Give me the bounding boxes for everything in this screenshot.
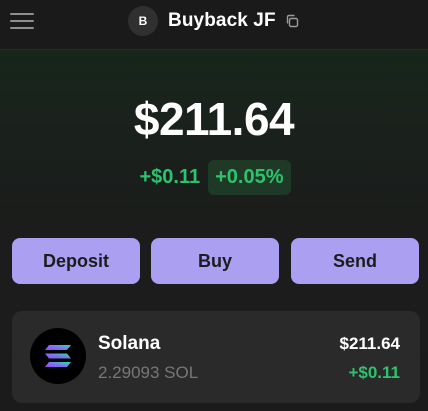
action-buttons: Deposit Buy Send	[12, 238, 420, 284]
header-bar: B Buyback JF	[0, 0, 428, 50]
menu-line	[10, 13, 34, 15]
hamburger-menu-icon[interactable]	[10, 10, 36, 32]
token-change: +$0.11	[348, 363, 400, 382]
account-name: Buyback JF	[168, 10, 276, 31]
send-button[interactable]: Send	[291, 238, 419, 284]
balance-change-absolute: +$0.11	[139, 166, 201, 188]
balance-change-row: +$0.11 +0.05%	[0, 160, 428, 195]
balance-change-percent-badge: +0.05%	[208, 160, 291, 195]
token-amount: 2.29093 SOL	[98, 363, 199, 382]
account-selector[interactable]: B Buyback JF	[128, 4, 299, 38]
account-avatar: B	[128, 6, 158, 36]
token-name: Solana	[98, 333, 161, 354]
menu-line	[10, 20, 34, 22]
copy-icon[interactable]	[285, 14, 299, 28]
buy-button[interactable]: Buy	[151, 238, 279, 284]
token-value: $211.64	[339, 334, 400, 353]
menu-line	[10, 27, 34, 29]
wallet-app: B Buyback JF $211.64 +$0.11 +0.05% Depos…	[0, 0, 428, 411]
token-row-solana[interactable]: Solana 2.29093 SOL $211.64 +$0.11	[12, 311, 420, 403]
solana-logo-icon	[30, 328, 86, 384]
deposit-button[interactable]: Deposit	[12, 238, 140, 284]
total-balance: $211.64	[133, 93, 295, 145]
